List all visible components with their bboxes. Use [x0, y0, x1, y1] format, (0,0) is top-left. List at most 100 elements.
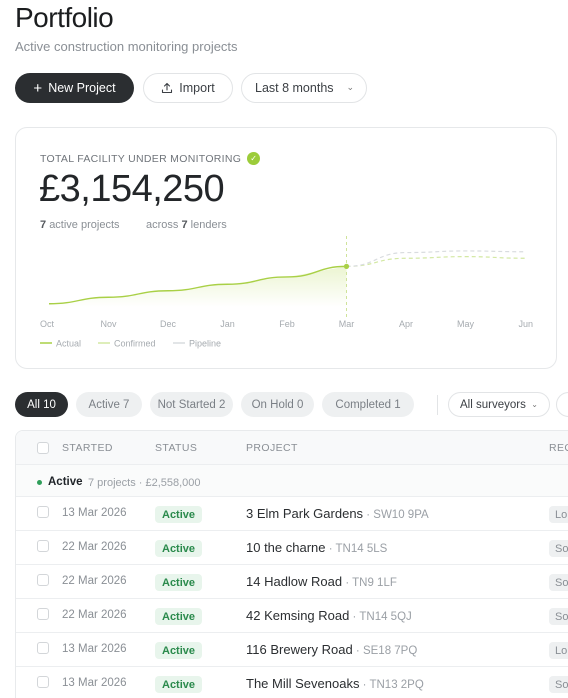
table-row[interactable]: 22 Mar 2026 Active 42 Kemsing Road · TN14 …: [16, 599, 568, 633]
postcode-separator: ·: [359, 679, 370, 691]
group-label: Active: [48, 476, 83, 488]
filter-chip[interactable]: Active 7: [76, 392, 142, 417]
row-project[interactable]: 3 Elm Park Gardens · SW10 9PA: [246, 506, 429, 521]
project-name: 14 Hadlow Road: [246, 574, 343, 589]
filter-chip[interactable]: Completed 1: [322, 392, 414, 417]
region-badge: So: [549, 540, 568, 557]
page-title: Portfolio: [15, 2, 114, 33]
project-name: 42 Kemsing Road: [246, 608, 350, 623]
series-line-confirmed: [346, 256, 526, 267]
postcode-separator: ·: [325, 543, 336, 555]
import-button[interactable]: Import: [143, 73, 233, 103]
status-badge: Active: [155, 574, 203, 591]
project-postcode: SW10 9PA: [373, 509, 429, 521]
status-badge: Active: [155, 608, 203, 625]
x-tick-label: Feb: [279, 319, 295, 329]
column-status[interactable]: STATUS: [155, 442, 197, 454]
x-tick-label: Nov: [100, 319, 117, 329]
filter-divider: [437, 395, 438, 415]
row-checkbox[interactable]: [37, 642, 49, 654]
project-postcode: TN9 1LF: [352, 577, 397, 589]
surveyor-select[interactable]: All surveyors ⌄: [448, 392, 550, 417]
x-tick-label: Mar: [339, 319, 355, 329]
row-started: 13 Mar 2026: [62, 643, 127, 655]
region-badge: Lo: [549, 642, 568, 659]
row-started: 22 Mar 2026: [62, 541, 127, 553]
postcode-separator: ·: [342, 577, 353, 589]
filter-chip[interactable]: On Hold 0: [241, 392, 314, 417]
region-badge: So: [549, 676, 568, 693]
postcode-separator: ·: [352, 645, 363, 657]
filter-chip[interactable]: All 10: [15, 392, 68, 417]
table-header: STARTED STATUS PROJECT REG: [16, 431, 568, 465]
surveyor-select-label: All surveyors: [460, 398, 526, 411]
row-project[interactable]: 42 Kemsing Road · TN14 5QJ: [246, 608, 412, 623]
group-row-active[interactable]: Active 7 projects · £2,558,000: [16, 465, 568, 497]
x-tick-label: Dec: [160, 319, 177, 329]
row-started: 13 Mar 2026: [62, 507, 127, 519]
upload-icon: [162, 82, 173, 94]
date-range-label: Last 8 months: [255, 81, 334, 95]
table-row[interactable]: 13 Mar 2026 Active 3 Elm Park Gardens · SW…: [16, 497, 568, 531]
chevron-down-icon: ⌄: [531, 400, 538, 409]
actual-area: [49, 266, 347, 307]
date-range-select[interactable]: Last 8 months ⌄: [241, 73, 367, 103]
group-meta: 7 projects · £2,558,000: [88, 477, 201, 489]
status-badge: Active: [155, 540, 203, 557]
postcode-separator: ·: [363, 509, 374, 521]
import-label: Import: [179, 81, 215, 95]
project-name: 3 Elm Park Gardens: [246, 506, 364, 521]
status-dot-icon: [37, 480, 42, 485]
plus-icon: +: [33, 79, 43, 97]
row-started: 22 Mar 2026: [62, 575, 127, 587]
new-project-button[interactable]: + New Project: [15, 73, 134, 103]
project-postcode: TN14 5LS: [335, 543, 388, 555]
current-value-point: [343, 263, 350, 269]
x-tick-label: May: [457, 319, 475, 329]
filter-chip[interactable]: Not Started 2: [150, 392, 233, 417]
legend-label: Pipeline: [189, 339, 221, 349]
row-checkbox[interactable]: [37, 540, 49, 552]
status-badge: Active: [155, 506, 203, 523]
project-name: 10 the charne: [246, 540, 326, 555]
region-badge: So: [549, 574, 568, 591]
row-project[interactable]: 10 the charne · TN14 5LS: [246, 540, 387, 555]
row-started: 13 Mar 2026: [62, 677, 127, 689]
project-name: 116 Brewery Road: [246, 642, 353, 657]
postcode-separator: ·: [349, 611, 360, 623]
facility-trend-chart: Oct Nov Dec Jan Feb Mar Apr May Jun Actual Confirm…: [40, 236, 533, 349]
legend-label: Confirmed: [114, 339, 156, 349]
row-checkbox[interactable]: [37, 506, 49, 518]
table-row[interactable]: 13 Mar 2026 Active 116 Brewery Road · SE18…: [16, 633, 568, 667]
row-checkbox[interactable]: [37, 608, 49, 620]
project-postcode: TN14 5QJ: [359, 611, 412, 623]
status-badge: Active: [155, 676, 203, 693]
column-started[interactable]: STARTED: [62, 442, 113, 454]
row-checkbox[interactable]: [37, 574, 49, 586]
project-postcode: TN13 2PQ: [369, 679, 424, 691]
column-region[interactable]: REG: [549, 442, 568, 454]
facility-summary-card: TOTAL FACILITY UNDER MONITORING ✓ £3,154…: [15, 127, 557, 369]
row-project[interactable]: 116 Brewery Road · SE18 7PQ: [246, 642, 417, 657]
x-tick-label: Apr: [399, 319, 413, 329]
chevron-down-icon: ⌄: [346, 82, 354, 92]
status-badge: Active: [155, 642, 203, 659]
extra-filter-select[interactable]: [556, 392, 568, 417]
row-project[interactable]: The Mill Sevenoaks · TN13 2PQ: [246, 676, 424, 691]
region-badge: Lo: [549, 506, 568, 523]
table-row[interactable]: 22 Mar 2026 Active 10 the charne · TN14 5L…: [16, 531, 568, 565]
select-all-checkbox[interactable]: [37, 442, 49, 454]
row-started: 22 Mar 2026: [62, 609, 127, 621]
page-subtitle: Active construction monitoring projects: [15, 39, 238, 54]
series-line-pipeline: [346, 250, 526, 267]
region-badge: So: [549, 608, 568, 625]
table-row[interactable]: 13 Mar 2026 Active The Mill Sevenoaks · TN…: [16, 667, 568, 698]
project-name: The Mill Sevenoaks: [246, 676, 360, 691]
new-project-label: New Project: [48, 81, 116, 95]
row-project[interactable]: 14 Hadlow Road · TN9 1LF: [246, 574, 397, 589]
column-project[interactable]: PROJECT: [246, 442, 298, 454]
x-tick-label: Oct: [40, 319, 55, 329]
project-postcode: SE18 7PQ: [362, 645, 418, 657]
table-row[interactable]: 22 Mar 2026 Active 14 Hadlow Road · TN9 1L…: [16, 565, 568, 599]
row-checkbox[interactable]: [37, 676, 49, 688]
